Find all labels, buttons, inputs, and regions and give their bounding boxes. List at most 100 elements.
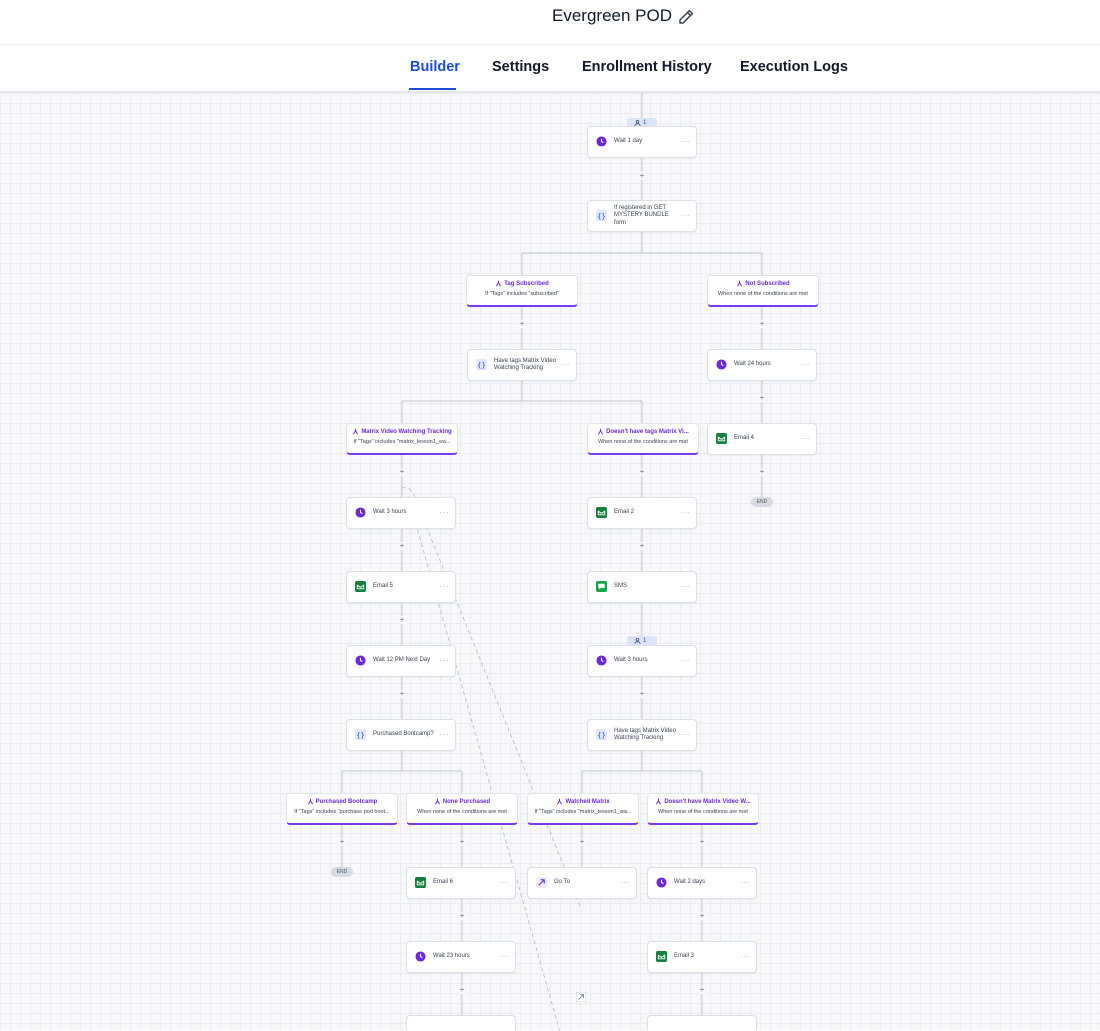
action-label: Email 5 <box>373 583 394 590</box>
more-options-icon[interactable]: ··· <box>681 137 691 146</box>
branch-icon <box>598 428 604 435</box>
more-options-icon[interactable]: ··· <box>681 211 691 220</box>
add-step-button[interactable]: + <box>758 468 766 476</box>
action-wait-24-hours[interactable]: Wait 24 hours ··· <box>707 349 817 381</box>
branch-tag-subscribed[interactable]: Tag Subscribed If "Tags" includes "subsc… <box>466 275 578 307</box>
branch-icon <box>737 280 743 287</box>
branch-title: None Purchased <box>442 799 491 805</box>
action-node-partial[interactable] <box>406 1015 516 1030</box>
more-options-icon[interactable]: ··· <box>681 582 691 591</box>
condition-purchased-bootcamp[interactable]: {} Purchased Bootcamp? ··· <box>346 719 456 751</box>
add-step-button[interactable]: + <box>638 542 646 550</box>
branch-matrix-video-watching[interactable]: Matrix Video Watching Tracking If "Tags"… <box>346 423 458 455</box>
more-options-icon[interactable]: ··· <box>801 360 811 369</box>
add-step-button[interactable]: + <box>638 172 646 180</box>
condition-have-tags-matrix[interactable]: {} Have tags Matrix Video Watching Track… <box>467 349 577 381</box>
action-label: Wait 24 hours <box>734 361 771 368</box>
more-options-icon[interactable]: ··· <box>440 730 450 739</box>
tab-builder[interactable]: Builder <box>410 59 460 75</box>
action-label: Email 4 <box>734 435 755 442</box>
add-step-button[interactable]: + <box>698 912 706 920</box>
add-step-button[interactable]: + <box>698 986 706 994</box>
goto-link-icon[interactable] <box>576 992 586 1002</box>
branch-condition: When none of the conditions are met <box>417 809 507 815</box>
action-go-to[interactable]: Go To ··· <box>527 867 637 899</box>
action-label: Email 6 <box>433 879 454 886</box>
add-step-button[interactable]: + <box>398 616 406 624</box>
more-options-icon[interactable]: ··· <box>741 878 751 887</box>
add-step-button[interactable]: + <box>458 838 466 846</box>
action-wait-12pm-next-day[interactable]: Wait 12 PM Next Day ··· <box>346 645 456 677</box>
branch-title: Doesn't have Matrix Video W... <box>664 799 751 805</box>
more-options-icon[interactable]: ··· <box>801 434 811 443</box>
workflow-canvas[interactable]: 1 1 Wait 1 day ··· + {} If registered in… <box>0 92 1100 1030</box>
clock-icon <box>656 877 667 888</box>
action-label: Wait 1 day <box>614 138 643 145</box>
branch-condition: When none of the conditions are met <box>658 809 748 815</box>
add-step-button[interactable]: + <box>518 320 526 328</box>
branch-purchased-bootcamp[interactable]: Purchased Bootcamp If "Tags" includes "p… <box>286 793 398 825</box>
branch-icon <box>656 798 662 805</box>
branch-none-purchased[interactable]: None Purchased When none of the conditio… <box>406 793 518 825</box>
more-options-icon[interactable]: ··· <box>440 656 450 665</box>
active-tab-indicator <box>409 88 456 90</box>
tab-settings[interactable]: Settings <box>492 59 549 75</box>
add-step-button[interactable]: + <box>458 986 466 994</box>
add-step-button[interactable]: + <box>398 542 406 550</box>
action-email-6[interactable]: Email 6 ··· <box>406 867 516 899</box>
branch-watched-matrix[interactable]: Watched Matrix If "Tags" includes "matri… <box>527 793 639 825</box>
action-email-3[interactable]: Email 3 ··· <box>647 941 757 973</box>
condition-have-tags-matrix[interactable]: {} Have tags Matrix Video Watching Track… <box>587 719 697 751</box>
more-options-icon[interactable]: ··· <box>621 878 631 887</box>
add-step-button[interactable]: + <box>758 394 766 402</box>
action-label: Email 2 <box>614 509 635 516</box>
more-options-icon[interactable]: ··· <box>681 508 691 517</box>
action-label: Go To <box>554 879 570 886</box>
svg-text:{}: {} <box>356 730 365 739</box>
branch-doesnt-have-tags[interactable]: Doesn't have tags Matrix Vi... When none… <box>587 423 699 455</box>
add-step-button[interactable]: + <box>338 838 346 846</box>
clock-icon <box>355 507 366 518</box>
add-step-button[interactable]: + <box>398 690 406 698</box>
more-options-icon[interactable]: ··· <box>440 582 450 591</box>
branch-doesnt-have-matrix[interactable]: Doesn't have Matrix Video W... When none… <box>647 793 759 825</box>
more-options-icon[interactable]: ··· <box>561 360 571 369</box>
more-options-icon[interactable]: ··· <box>681 656 691 665</box>
condition-if-registered[interactable]: {} If registered in GET MYSTERY BUNDLE f… <box>587 200 697 232</box>
tab-execution-logs[interactable]: Execution Logs <box>740 59 848 75</box>
action-email-2[interactable]: Email 2 ··· <box>587 497 697 529</box>
action-label: Wait 23 hours <box>433 953 470 960</box>
more-options-icon[interactable]: ··· <box>741 952 751 961</box>
add-step-button[interactable]: + <box>698 838 706 846</box>
top-bar: Evergreen POD <box>0 0 1100 45</box>
action-email-5[interactable]: Email 5 ··· <box>346 571 456 603</box>
branch-icon <box>353 428 359 435</box>
branch-title: Tag Subscribed <box>504 281 549 287</box>
action-wait-3-hours[interactable]: Wait 3 hours ··· <box>346 497 456 529</box>
add-step-button[interactable]: + <box>638 690 646 698</box>
action-sms[interactable]: SMS ··· <box>587 571 697 603</box>
action-wait-3-hours[interactable]: Wait 3 hours ··· <box>587 645 697 677</box>
add-step-button[interactable]: + <box>638 468 646 476</box>
add-step-button[interactable]: + <box>758 320 766 328</box>
more-options-icon[interactable]: ··· <box>440 508 450 517</box>
email-icon <box>716 433 727 444</box>
tab-enrollment-history[interactable]: Enrollment History <box>582 59 712 75</box>
add-step-button[interactable]: + <box>458 912 466 920</box>
more-options-icon[interactable]: ··· <box>500 952 510 961</box>
branch-not-subscribed[interactable]: Not Subscribed When none of the conditio… <box>707 275 819 307</box>
pencil-icon[interactable] <box>677 8 695 26</box>
action-wait-23-hours[interactable]: Wait 23 hours ··· <box>406 941 516 973</box>
action-email-4[interactable]: Email 4 ··· <box>707 423 817 455</box>
branch-icon <box>434 798 440 805</box>
more-options-icon[interactable]: ··· <box>500 878 510 887</box>
add-step-button[interactable]: + <box>578 838 586 846</box>
more-options-icon[interactable]: ··· <box>681 730 691 739</box>
action-wait-1-day[interactable]: Wait 1 day ··· <box>587 126 697 158</box>
goto-icon <box>536 877 547 888</box>
action-wait-2-days[interactable]: Wait 2 days ··· <box>647 867 757 899</box>
add-step-button[interactable]: + <box>398 468 406 476</box>
branch-condition: When none of the conditions are met <box>598 439 688 445</box>
svg-text:{}: {} <box>477 360 486 369</box>
action-node-partial[interactable] <box>647 1015 757 1030</box>
